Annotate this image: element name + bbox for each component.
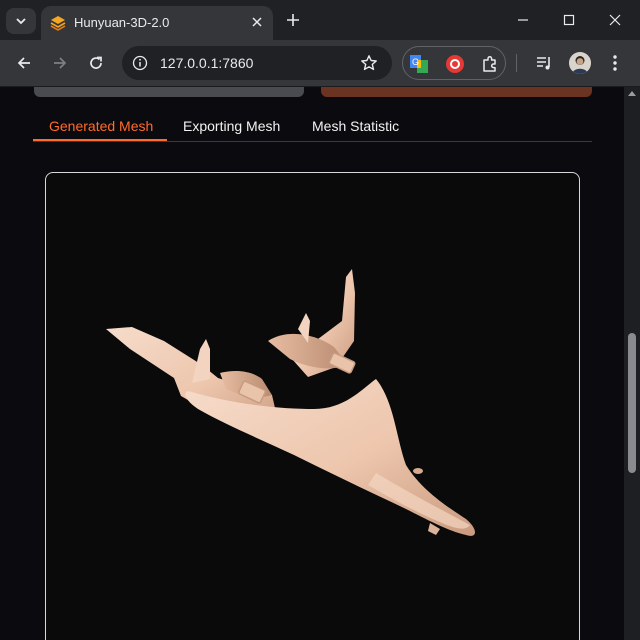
mesh-viewer[interactable]: [45, 172, 580, 640]
star-icon[interactable]: [360, 54, 378, 72]
minimize-icon: [518, 19, 528, 21]
mesh-tabs: Generated Mesh Exporting Mesh Mesh Stati…: [33, 115, 592, 142]
arrow-right-icon: [54, 57, 67, 69]
airplane-model[interactable]: [46, 173, 579, 640]
tab-close-button[interactable]: [249, 14, 265, 30]
hunyuan-layers-icon: [50, 16, 66, 31]
browser-toolbar: 127.0.0.1:7860 G: [0, 40, 640, 87]
media-controls-button[interactable]: [533, 52, 555, 74]
scroll-up-icon[interactable]: [628, 89, 636, 97]
kebab-menu-icon: [613, 55, 617, 71]
media-controls-icon: [537, 57, 550, 70]
page-scrollbar[interactable]: [624, 87, 640, 640]
maximize-button[interactable]: [546, 0, 592, 40]
arrow-left-icon: [17, 57, 30, 69]
tab-title: Hunyuan-3D-2.0: [74, 15, 170, 30]
profile-avatar[interactable]: [569, 52, 591, 74]
tab-exporting-mesh[interactable]: Exporting Mesh: [183, 118, 280, 134]
tab-mesh-statistic[interactable]: Mesh Statistic: [312, 118, 399, 134]
primary-action-button[interactable]: [321, 87, 592, 97]
reload-button[interactable]: [83, 50, 109, 76]
avatar-photo: [569, 52, 591, 74]
secondary-action-button[interactable]: [34, 87, 304, 97]
close-window-icon: [609, 14, 621, 26]
close-window-button[interactable]: [592, 0, 638, 40]
extensions-group: G: [402, 46, 506, 80]
browser-tab[interactable]: Hunyuan-3D-2.0: [41, 6, 273, 40]
chevron-down-icon: [16, 18, 26, 25]
info-icon[interactable]: [132, 55, 148, 71]
minimize-button[interactable]: [500, 0, 546, 40]
page-content: Generated Mesh Exporting Mesh Mesh Stati…: [0, 87, 640, 640]
toolbar-separator: [516, 54, 517, 72]
scrollbar-thumb[interactable]: [628, 333, 636, 473]
record-extension-icon[interactable]: [445, 54, 465, 74]
close-icon: [252, 17, 262, 27]
maximize-icon: [563, 14, 575, 26]
browser-menu-button[interactable]: [604, 52, 626, 74]
reload-icon: [90, 56, 102, 69]
back-button[interactable]: [11, 50, 37, 76]
translate-extension-icon[interactable]: G: [409, 54, 429, 74]
new-tab-button[interactable]: [283, 10, 303, 30]
active-tab-indicator: [33, 139, 167, 141]
puzzle-icon[interactable]: [480, 54, 500, 74]
tab-search-button[interactable]: [6, 8, 36, 34]
tab-strip: Hunyuan-3D-2.0: [0, 0, 640, 40]
svg-text:G: G: [412, 57, 419, 67]
address-bar[interactable]: 127.0.0.1:7860: [122, 46, 392, 80]
url-text[interactable]: 127.0.0.1:7860: [160, 55, 253, 71]
forward-button[interactable]: [47, 50, 73, 76]
tab-generated-mesh[interactable]: Generated Mesh: [49, 118, 153, 134]
plus-icon: [287, 14, 299, 26]
